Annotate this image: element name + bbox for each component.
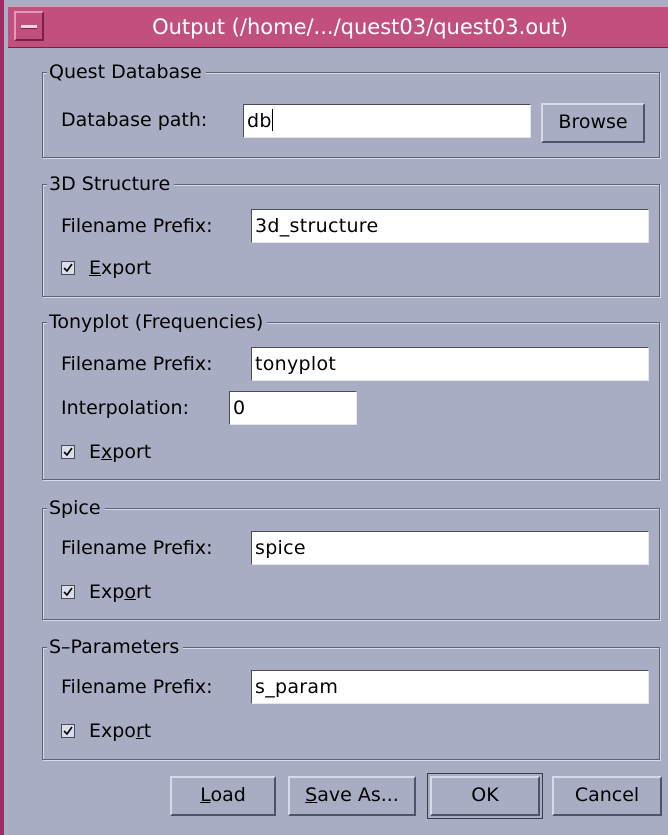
tonyplot-export-label[interactable]: Export <box>89 439 151 465</box>
quest-database-legend: Quest Database <box>47 59 206 85</box>
window-menu-button[interactable] <box>14 11 44 41</box>
tonyplot-export-checkbox[interactable] <box>61 445 75 459</box>
3d-structure-legend: 3D Structure <box>47 171 175 197</box>
load-button[interactable]: Load <box>170 776 276 816</box>
database-path-value: db <box>247 110 272 132</box>
save-as-button[interactable]: Save As... <box>288 776 416 816</box>
s-parameters-prefix-input[interactable]: s_param <box>251 670 649 704</box>
browse-button[interactable]: Browse <box>541 103 645 143</box>
tonyplot-prefix-input[interactable]: tonyplot <box>251 347 649 381</box>
checkmark-icon <box>63 263 73 273</box>
tonyplot-group: Tonyplot (Frequencies) Filename Prefix: … <box>42 309 660 480</box>
cancel-button[interactable]: Cancel <box>552 776 662 816</box>
database-path-label: Database path: <box>61 109 208 131</box>
spice-legend: Spice <box>47 495 105 521</box>
checkmark-icon <box>63 587 73 597</box>
3d-structure-prefix-label: Filename Prefix: <box>61 215 213 237</box>
spice-prefix-input[interactable]: spice <box>251 531 649 565</box>
checkmark-icon <box>63 726 73 736</box>
ok-button[interactable]: OK <box>427 773 543 819</box>
window-title: Output (/home/.../quest03/quest03.out) <box>152 15 568 39</box>
s-parameters-export-label[interactable]: Export <box>89 718 151 744</box>
database-path-input[interactable]: db <box>243 104 531 138</box>
3d-structure-export-checkbox[interactable] <box>61 261 75 275</box>
spice-export-label[interactable]: Export <box>89 579 151 605</box>
checkmark-icon <box>63 447 73 457</box>
s-parameters-export-checkbox[interactable] <box>61 724 75 738</box>
tonyplot-prefix-label: Filename Prefix: <box>61 353 213 375</box>
text-caret <box>271 109 273 131</box>
s-parameters-prefix-label: Filename Prefix: <box>61 676 213 698</box>
3d-structure-group: 3D Structure Filename Prefix: 3d_structu… <box>42 171 660 297</box>
3d-structure-export-label[interactable]: Export <box>89 255 151 281</box>
interpolation-label: Interpolation: <box>61 397 189 419</box>
s-parameters-legend: S–Parameters <box>47 634 184 660</box>
tonyplot-legend: Tonyplot (Frequencies) <box>47 309 268 335</box>
quest-database-group: Quest Database Database path: db Browse <box>42 59 660 158</box>
spice-export-checkbox[interactable] <box>61 585 75 599</box>
output-dialog: Output (/home/.../quest03/quest03.out) Q… <box>0 0 668 835</box>
window-menu-icon <box>21 24 37 28</box>
spice-prefix-label: Filename Prefix: <box>61 537 213 559</box>
s-parameters-group: S–Parameters Filename Prefix: s_param Ex… <box>42 634 660 760</box>
3d-structure-prefix-input[interactable]: 3d_structure <box>251 209 649 243</box>
spice-group: Spice Filename Prefix: spice Export <box>42 495 660 620</box>
interpolation-input[interactable]: 0 <box>229 391 357 425</box>
title-bar[interactable]: Output (/home/.../quest03/quest03.out) <box>8 6 668 48</box>
